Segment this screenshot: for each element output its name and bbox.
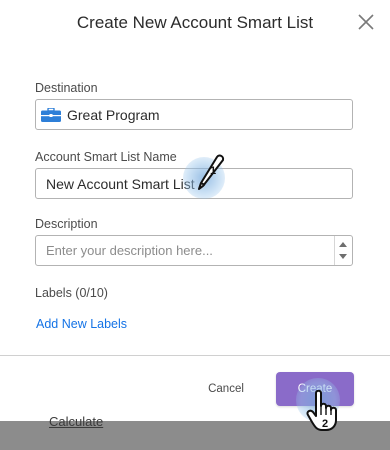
scroll-down-icon[interactable] <box>339 254 347 259</box>
hand-pointer-icon: 2 <box>306 389 342 437</box>
destination-field[interactable]: Great Program <box>35 99 353 130</box>
dialog-title: Create New Account Smart List <box>76 13 314 32</box>
scroll-up-icon[interactable] <box>339 242 347 247</box>
description-scrollbar[interactable] <box>334 236 352 265</box>
smart-list-name-value: New Account Smart List <box>46 175 195 192</box>
name-label: Account Smart List Name <box>35 150 177 164</box>
step1-number: 1 <box>210 165 216 177</box>
destination-label: Destination <box>35 81 98 95</box>
cancel-button[interactable]: Cancel <box>190 378 262 400</box>
destination-value: Great Program <box>67 106 160 123</box>
background-calculate-link: Calculate <box>49 414 104 429</box>
add-new-labels-link[interactable]: Add New Labels <box>36 317 127 331</box>
labels-heading: Labels (0/10) <box>35 286 108 300</box>
close-icon[interactable] <box>356 12 376 32</box>
description-label: Description <box>35 217 98 231</box>
briefcase-icon <box>41 107 61 122</box>
pencil-cursor-icon: 1 <box>195 152 227 197</box>
step2-number: 2 <box>322 418 328 430</box>
description-placeholder: Enter your description here... <box>46 243 213 258</box>
description-input[interactable]: Enter your description here... <box>35 235 353 266</box>
